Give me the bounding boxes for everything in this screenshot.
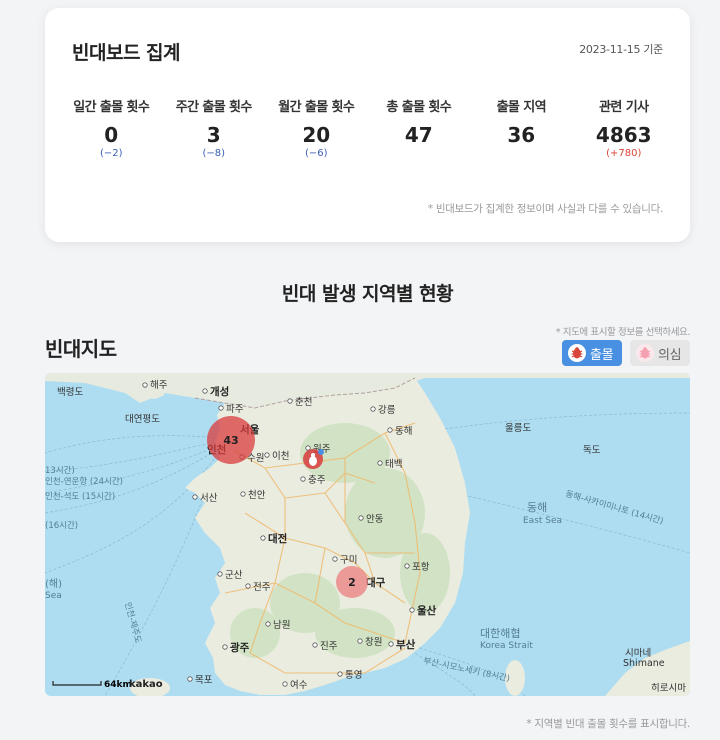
stat-value: 20 (302, 123, 331, 147)
stat-label: 출몰 지역 (496, 100, 547, 115)
cluster-count: 43 (223, 434, 238, 447)
summary-card: 빈대보드 집계 2023-11-15 기준 일간 출몰 횟수 0 (−2) 주간… (45, 8, 690, 242)
city-label: 개성 (210, 385, 229, 398)
route-label: 인천-석도 (15시간) (45, 491, 115, 502)
stat-value: 36 (507, 123, 536, 147)
sea-label: 대한해협 (480, 626, 520, 640)
map-canvas: 해주 개성 백령도 대연평도 파주 춘천 강릉 동해 서울 인천 수원 이천 원… (45, 373, 690, 696)
filter-uisim-button[interactable]: 의심 (630, 340, 690, 366)
stat-total: 총 출몰 횟수 47 (368, 96, 471, 162)
city-label: 남원 (273, 620, 290, 631)
route-label: 13시간) (45, 465, 75, 476)
city-label: 독도 (583, 445, 601, 456)
city-label: 군산 (225, 570, 243, 581)
stat-monthly: 월간 출몰 횟수 20 (−6) (265, 96, 368, 162)
stat-value: 47 (404, 123, 433, 147)
stat-delta: (−6) (304, 148, 328, 159)
route-label: 동해-사카이미나토 (14시간) (564, 488, 665, 527)
city-label: 강릉 (378, 405, 396, 416)
map-heading: 빈대지도 (45, 337, 117, 361)
stat-daily: 일간 출몰 횟수 0 (−2) (60, 96, 163, 162)
kakao-logo: kakao (129, 679, 163, 690)
map-hint: * 지도에 표시할 정보를 선택하세요. (555, 327, 691, 338)
city-label: 목포 (195, 675, 213, 686)
summary-title: 빈대보드 집계 (72, 42, 181, 64)
stat-label: 관련 기사 (599, 100, 649, 115)
sea-label: Sea (45, 591, 62, 601)
route-label: 인천-연운항 (24시간) (45, 476, 123, 487)
stat-label: 총 출몰 횟수 (386, 100, 452, 115)
city-label: 포항 (412, 562, 430, 573)
sea-label: 동해 (527, 500, 547, 514)
route-label: 부산-시모노세키 (8시간) (422, 655, 511, 684)
city-label: Shimane (623, 658, 665, 669)
city-label: 천안 (248, 490, 266, 501)
stat-weekly: 주간 출몰 횟수 3 (−8) (163, 96, 266, 162)
stat-label: 일간 출몰 횟수 (73, 100, 150, 115)
stat-articles: 관련 기사 4863 (+780) (573, 96, 676, 162)
summary-disclaimer: * 빈대보드가 집계한 정보이며 사실과 다를 수 있습니다. (427, 203, 663, 215)
bedbug-icon (568, 344, 586, 362)
city-label: 울릉도 (505, 423, 531, 434)
city-label: 서산 (200, 493, 218, 504)
stat-value: 4863 (595, 123, 652, 147)
stat-delta (368, 148, 471, 162)
city-label: 춘천 (295, 397, 312, 408)
filter-chulmol-button[interactable]: 출몰 (562, 340, 622, 366)
city-label: 파주 (226, 404, 244, 415)
stat-label: 주간 출몰 횟수 (175, 100, 253, 115)
city-label: 태백 (385, 459, 402, 470)
sea-label: Korea Strait (480, 641, 533, 651)
stat-delta (470, 148, 573, 162)
scale-label: 64km (104, 680, 132, 690)
section-title: 빈대 발생 지역별 현황 (281, 283, 454, 305)
map-footnote: * 지역별 빈대 출몰 횟수를 표시합니다. (526, 718, 690, 730)
filter-label: 출몰 (590, 347, 614, 363)
bedbug-map[interactable]: 해주 개성 백령도 대연평도 파주 춘천 강릉 동해 서울 인천 수원 이천 원… (45, 373, 690, 696)
city-label: 창원 (365, 637, 382, 648)
stat-value: 0 (104, 123, 119, 147)
stat-delta: (+780) (606, 148, 642, 159)
city-label: 여수 (290, 679, 308, 691)
stat-value: 3 (206, 123, 221, 147)
city-label: 부산 (396, 638, 416, 651)
city-label: 대전 (268, 532, 287, 545)
city-label: 대구 (366, 576, 386, 589)
city-label: 안동 (366, 514, 384, 525)
stats-row: 일간 출몰 횟수 0 (−2) 주간 출몰 횟수 3 (−8) 월간 출몰 횟수… (60, 96, 675, 162)
city-label: 이천 (272, 451, 289, 462)
map-scale: 64km kakao (52, 679, 163, 690)
city-label: 백령도 (57, 386, 83, 398)
cluster-seoul[interactable]: 43 (207, 416, 255, 464)
stat-regions: 출몰 지역 36 (470, 96, 573, 162)
stat-delta: (−8) (202, 148, 226, 159)
city-label: 통영 (345, 670, 362, 681)
route-label: (16시간) (45, 520, 78, 531)
stat-label: 월간 출몰 횟수 (278, 100, 355, 115)
bedbug-outline-icon (636, 344, 654, 362)
stat-delta: (−2) (99, 148, 123, 159)
city-label: 동해 (395, 425, 412, 437)
cluster-daegu[interactable]: 2 (336, 566, 368, 598)
city-label: 광주 (230, 642, 250, 654)
city-label: 진주 (320, 641, 338, 652)
summary-date: 2023-11-15 기준 (579, 43, 663, 56)
route-label: 인천-제주도 (122, 601, 144, 645)
city-label: 울산 (417, 604, 437, 617)
city-label: 해주 (150, 379, 168, 391)
sea-label: East Sea (523, 516, 562, 526)
city-label: 전주 (253, 582, 271, 593)
city-label: 대연평도 (125, 414, 160, 425)
city-label: 구미 (340, 555, 357, 566)
city-label: 히로시마 (651, 683, 686, 694)
city-label: 충주 (308, 475, 326, 486)
cluster-count: 2 (348, 576, 356, 589)
filter-label: 의심 (658, 347, 682, 363)
sea-label: (해) (45, 577, 62, 590)
